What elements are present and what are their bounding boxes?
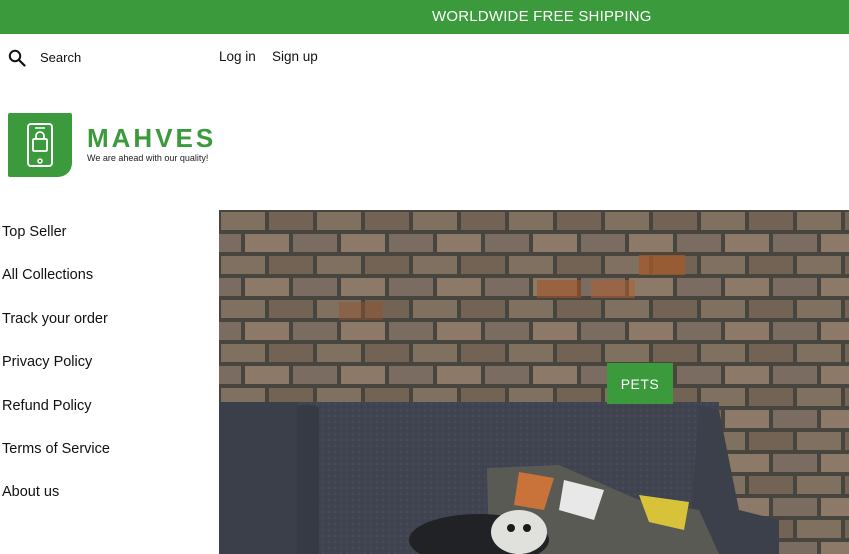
search-input[interactable]: Search bbox=[40, 50, 81, 65]
login-link[interactable]: Log in bbox=[219, 49, 256, 64]
announcement-text: WORLDWIDE FREE SHIPPING bbox=[432, 8, 652, 25]
logo-tagline: We are ahead with our quality! bbox=[87, 153, 209, 163]
announcement-bar: WORLDWIDE FREE SHIPPING bbox=[0, 0, 849, 34]
pets-button[interactable]: PETS bbox=[607, 363, 673, 404]
menu-item-top-seller[interactable]: Top Seller bbox=[2, 224, 66, 240]
logo-name: MAHVES bbox=[87, 123, 217, 153]
hero-banner bbox=[219, 210, 849, 554]
hero-image bbox=[219, 210, 849, 554]
menu-item-about-us[interactable]: About us bbox=[2, 484, 59, 500]
store-logo[interactable]: MAHVES We are ahead with our quality! bbox=[8, 113, 218, 179]
logo-badge bbox=[8, 113, 72, 177]
signup-link[interactable]: Sign up bbox=[272, 49, 318, 64]
search-icon[interactable] bbox=[8, 49, 26, 67]
phone-bag-icon bbox=[27, 123, 53, 167]
menu-item-all-collections[interactable]: All Collections bbox=[2, 267, 93, 283]
top-bar: Search Log in Sign up bbox=[0, 34, 849, 80]
menu-item-track-order[interactable]: Track your order bbox=[2, 311, 108, 327]
menu-item-privacy-policy[interactable]: Privacy Policy bbox=[2, 354, 92, 370]
menu-item-terms-of-service[interactable]: Terms of Service bbox=[2, 441, 110, 457]
menu-item-refund-policy[interactable]: Refund Policy bbox=[2, 398, 91, 414]
